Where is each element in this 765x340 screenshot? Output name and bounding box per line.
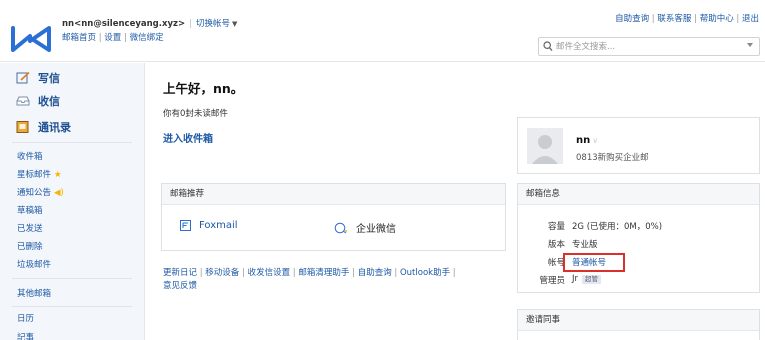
profile-org: 0813新购买企业邮 [576, 153, 649, 163]
foxmail-link[interactable]: Foxmail [180, 220, 238, 231]
info-label: 版本 [547, 240, 565, 250]
calendar-link[interactable]: 日历 [17, 312, 34, 324]
info-row-version: 版本 专业版 [527, 238, 598, 250]
folder-drafts[interactable]: 草稿箱 [17, 204, 43, 216]
profile-name-text: nn [576, 135, 591, 146]
recommend-panel: 邮箱推荐 Foxmail 企业微信 [161, 183, 506, 251]
folder-starred[interactable]: 星标邮件 ★ [17, 168, 62, 180]
folder-notices[interactable]: 通知公告 ◀) [17, 186, 64, 198]
info-label: 容量 [547, 222, 565, 232]
search-input[interactable] [556, 40, 736, 53]
info-row-admin: 管理员 Jr 超管 [527, 274, 602, 286]
wecom-link[interactable]: 企业微信 [334, 220, 396, 235]
folder-inbox[interactable]: 收件箱 [17, 150, 43, 162]
wecom-label: 企业微信 [356, 224, 396, 235]
receive-label: 收信 [38, 95, 60, 108]
avatar[interactable] [527, 128, 563, 164]
mailbox-home-link[interactable]: 邮箱首页 [62, 33, 96, 43]
wechat-bind-link[interactable]: 微信绑定 [130, 33, 164, 43]
contacts-label: 通讯录 [38, 121, 71, 134]
folder-notices-label: 通知公告 [17, 188, 52, 198]
contacts-button[interactable]: 通讯录 [16, 119, 71, 135]
mailbox-info-title: 邮箱信息 [518, 184, 759, 205]
pencil-icon [16, 72, 30, 84]
compose-label: 写信 [38, 72, 60, 85]
profile-name[interactable]: nn ∨ [576, 135, 598, 146]
search-dropdown-icon[interactable] [747, 43, 753, 47]
info-row-capacity: 容量 2G (已使用：0M，0%) [527, 220, 662, 232]
folder-starred-label: 星标邮件 [17, 170, 52, 180]
search-icon [543, 41, 553, 52]
invite-panel: 邀请同事 [517, 309, 760, 340]
admin-badge: 超管 [582, 275, 602, 284]
account-display: nn<nn@silenceyang.xyz> [62, 19, 186, 29]
inbox-tray-icon [16, 96, 30, 106]
exmail-logo-icon[interactable] [10, 24, 52, 54]
send-receive-settings-link[interactable]: 收发信设置 [248, 268, 291, 278]
other-mailboxes-link[interactable]: 其他邮箱 [17, 287, 51, 299]
account-links: 邮箱首页 | 设置 | 微信绑定 [62, 33, 164, 43]
admin-name: Jr [572, 274, 579, 284]
mailbox-cleanup-link[interactable]: 邮箱清理助手 [298, 268, 349, 278]
settings-link[interactable]: 设置 [104, 33, 121, 43]
outlook-helper-link[interactable]: Outlook助手 [400, 268, 450, 278]
info-value: 2G (已使用：0M，0%) [572, 222, 663, 232]
greeting-title: 上午好，nn。 [163, 81, 244, 96]
top-header: nn<nn@silenceyang.xyz> | 切换帐号 ▼ 邮箱首页 | 设置 |… [0, 0, 765, 62]
folder-deleted[interactable]: 已删除 [17, 240, 43, 252]
compose-button[interactable]: 写信 [16, 70, 60, 86]
footer-links: 更新日记 | 移动设备 | 收发信设置 | 邮箱清理助手 | 自助查询 | Ou… [163, 268, 456, 291]
sidebar: 写信 收信 通讯录 收件箱 星标邮件 ★ 通知公告 ◀) 草稿箱 已发送 已删除 垃… [0, 63, 145, 340]
star-icon: ★ [54, 170, 62, 180]
account-type-highlight [563, 253, 625, 272]
top-links: 自助查询 | 联系客服 | 帮助中心 | 退出 [615, 14, 759, 24]
speaker-icon: ◀) [54, 188, 64, 198]
changelog-link[interactable]: 更新日记 [163, 268, 197, 278]
unread-count-text: 你有0封未读邮件 [163, 109, 228, 119]
switch-account-link[interactable]: 切换帐号 [196, 19, 230, 29]
sidebar-divider [12, 306, 132, 307]
logout-link[interactable]: 退出 [742, 14, 759, 24]
info-value: 专业版 [572, 240, 598, 250]
notes-link[interactable]: 記事 [17, 331, 34, 340]
self-service-link[interactable]: 自助查询 [615, 14, 649, 24]
invite-panel-title: 邀请同事 [518, 310, 759, 331]
feedback-link[interactable]: 意见反馈 [163, 281, 197, 291]
info-label: 管理员 [539, 276, 565, 286]
help-center-link[interactable]: 帮助中心 [700, 14, 734, 24]
sidebar-divider [12, 142, 132, 143]
chevron-down-icon: ∨ [592, 136, 599, 145]
contacts-book-icon [16, 121, 29, 133]
wecom-icon [334, 222, 347, 233]
info-value: Jr 超管 [572, 274, 602, 286]
contact-support-link[interactable]: 联系客服 [657, 14, 691, 24]
chevron-down-icon[interactable]: ▼ [232, 20, 237, 28]
receive-button[interactable]: 收信 [16, 93, 60, 109]
folder-spam[interactable]: 垃圾邮件 [17, 258, 51, 270]
folder-sent[interactable]: 已发送 [17, 222, 43, 234]
self-service-footer-link[interactable]: 自助查询 [358, 268, 392, 278]
account-info: nn<nn@silenceyang.xyz> | 切换帐号 ▼ [62, 19, 238, 29]
mobile-devices-link[interactable]: 移动设备 [205, 268, 239, 278]
foxmail-icon [180, 220, 191, 231]
foxmail-label: Foxmail [199, 220, 238, 231]
default-avatar-icon [532, 135, 558, 164]
search-box[interactable] [538, 37, 760, 56]
recommend-panel-title: 邮箱推荐 [162, 184, 505, 205]
info-label: 帐号 [547, 258, 565, 268]
sidebar-divider [12, 278, 132, 279]
enter-inbox-link[interactable]: 进入收件箱 [163, 130, 213, 145]
